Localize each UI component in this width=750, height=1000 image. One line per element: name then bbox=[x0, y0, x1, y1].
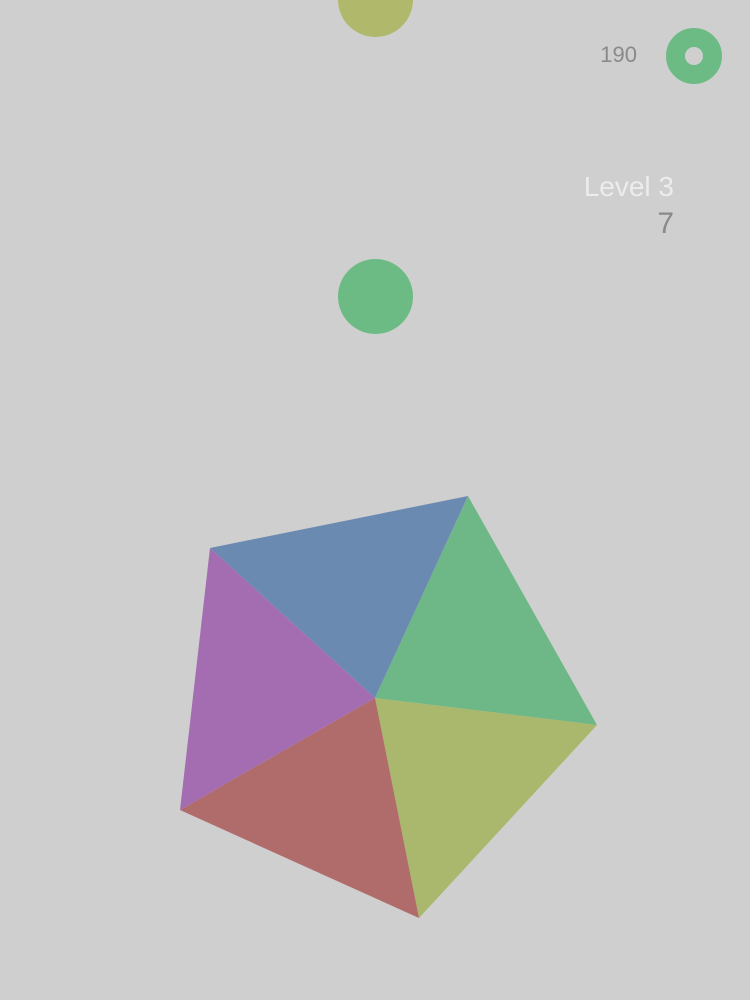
game-screen[interactable]: 190 Level 3 7 bbox=[0, 0, 750, 1000]
rotating-pentagon-wheel[interactable] bbox=[0, 0, 750, 1000]
